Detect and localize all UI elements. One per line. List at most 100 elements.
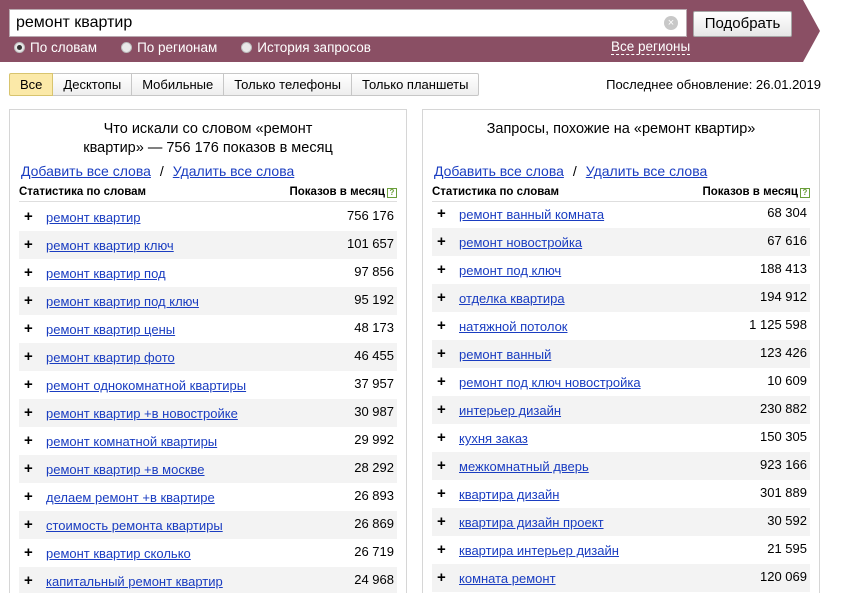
mode-by-regions[interactable]: По регионам [121,40,217,55]
add-all-words-link[interactable]: Добавить все слова [21,163,151,179]
impressions-count: 46 455 [354,348,394,363]
tab-mobile[interactable]: Мобильные [132,73,225,96]
tab-all[interactable]: Все [9,73,54,96]
phrase-link[interactable]: ремонт квартир под [46,266,166,281]
help-icon[interactable]: ? [387,188,397,198]
phrase-link[interactable]: ремонт квартир ключ [46,238,174,253]
tab-tablets-only[interactable]: Только планшеты [352,73,480,96]
table-row: + ремонт квартир под 97 856 [19,259,397,287]
phrase-link[interactable]: кухня заказ [459,431,528,446]
impressions-count: 30 592 [767,513,807,528]
add-phrase-icon[interactable]: + [24,265,33,280]
phrase-link[interactable]: стоимость ремонта квартиры [46,518,223,533]
phrase-link[interactable]: ремонт ванный комната [459,207,604,222]
phrase-link[interactable]: ремонт под ключ [459,263,561,278]
phrase-link[interactable]: ремонт однокомнатной квартиры [46,378,246,393]
tab-phones-only[interactable]: Только телефоны [224,73,353,96]
add-phrase-icon[interactable]: + [24,461,33,476]
panel-title: Запросы, похожие на «ремонт квартир» [423,120,819,139]
phrase-link[interactable]: ремонт новостройка [459,235,582,250]
table-row: + ремонт ванный 123 426 [432,340,810,368]
phrase-link[interactable]: ремонт под ключ новостройка [459,375,641,390]
clear-icon[interactable]: × [664,16,678,30]
phrase-link[interactable]: межкомнатный дверь [459,459,589,474]
actions-separator: / [159,163,164,179]
search-input[interactable] [16,13,656,33]
phrase-link[interactable]: ремонт квартир фото [46,350,175,365]
phrase-link[interactable]: ремонт квартир [46,210,140,225]
phrase-link[interactable]: квартира дизайн проект [459,515,604,530]
add-phrase-icon[interactable]: + [437,262,446,277]
impressions-count: 123 426 [760,345,807,360]
mode-label: История запросов [257,39,371,55]
mode-label: По словам [30,39,98,55]
phrase-link[interactable]: квартира дизайн [459,487,559,502]
phrase-link[interactable]: интерьер дизайн [459,403,561,418]
panel-title-line: Что искали со словом «ремонт [103,121,313,137]
add-phrase-icon[interactable]: + [24,209,33,224]
add-phrase-icon[interactable]: + [437,206,446,221]
remove-all-words-link[interactable]: Удалить все слова [586,163,707,179]
phrase-link[interactable]: ремонт ванный [459,347,551,362]
phrase-link[interactable]: ремонт квартир +в новостройке [46,406,238,421]
add-phrase-icon[interactable]: + [437,402,446,417]
phrase-link[interactable]: ремонт квартир под ключ [46,294,199,309]
phrase-link[interactable]: ремонт квартир цены [46,322,175,337]
add-all-words-link[interactable]: Добавить все слова [434,163,564,179]
add-phrase-icon[interactable]: + [437,430,446,445]
radio-selected-icon [14,41,25,53]
impressions-count: 101 657 [347,236,394,251]
impressions-count: 97 856 [354,264,394,279]
add-phrase-icon[interactable]: + [24,573,33,588]
add-phrase-icon[interactable]: + [437,374,446,389]
add-phrase-icon[interactable]: + [437,290,446,305]
all-regions-link[interactable]: Все регионы [611,39,691,55]
help-icon[interactable]: ? [800,188,810,198]
phrase-link[interactable]: капитальный ремонт квартир [46,574,223,589]
phrase-link[interactable]: натяжной потолок [459,319,567,334]
phrase-link[interactable]: квартира интерьер дизайн [459,543,619,558]
impressions-count: 24 968 [354,572,394,587]
table-row: + стоимость ремонта квартиры 26 869 [19,511,397,539]
mode-history[interactable]: История запросов [241,40,371,55]
panel-actions: Добавить все слова / Удалить все слова [434,163,707,179]
add-phrase-icon[interactable]: + [24,321,33,336]
phrase-link[interactable]: комната ремонт [459,571,556,586]
add-phrase-icon[interactable]: + [437,346,446,361]
impressions-count: 301 889 [760,485,807,500]
add-phrase-icon[interactable]: + [437,514,446,529]
add-phrase-icon[interactable]: + [24,517,33,532]
impressions-count: 26 719 [354,544,394,559]
add-phrase-icon[interactable]: + [24,545,33,560]
mode-by-words[interactable]: По словам [14,40,97,55]
phrase-link[interactable]: ремонт комнатной квартиры [46,434,217,449]
add-phrase-icon[interactable]: + [437,458,446,473]
add-phrase-icon[interactable]: + [437,318,446,333]
table-row: + ремонт квартир сколько 26 719 [19,539,397,567]
impressions-count: 120 069 [760,569,807,584]
add-phrase-icon[interactable]: + [24,377,33,392]
add-phrase-icon[interactable]: + [437,570,446,585]
impressions-count: 1 125 598 [749,317,807,332]
add-phrase-icon[interactable]: + [437,542,446,557]
tab-desktops[interactable]: Десктопы [53,73,133,96]
add-phrase-icon[interactable]: + [24,489,33,504]
add-phrase-icon[interactable]: + [24,237,33,252]
impressions-count: 26 869 [354,516,394,531]
impressions-count: 30 987 [354,404,394,419]
phrase-link[interactable]: отделка квартира [459,291,565,306]
submit-button[interactable]: Подобрать [693,11,792,37]
add-phrase-icon[interactable]: + [24,405,33,420]
add-phrase-icon[interactable]: + [24,349,33,364]
phrase-link[interactable]: делаем ремонт +в квартире [46,490,215,505]
add-phrase-icon[interactable]: + [437,486,446,501]
remove-all-words-link[interactable]: Удалить все слова [173,163,294,179]
phrase-link[interactable]: ремонт квартир сколько [46,546,191,561]
add-phrase-icon[interactable]: + [24,433,33,448]
add-phrase-icon[interactable]: + [437,234,446,249]
table-header: Статистика по словам Показов в месяц? [19,185,397,202]
phrase-link[interactable]: ремонт квартир +в москве [46,462,205,477]
table-row: + делаем ремонт +в квартире 26 893 [19,483,397,511]
search-mode-group: По словам По регионам История запросов [14,39,395,55]
add-phrase-icon[interactable]: + [24,293,33,308]
